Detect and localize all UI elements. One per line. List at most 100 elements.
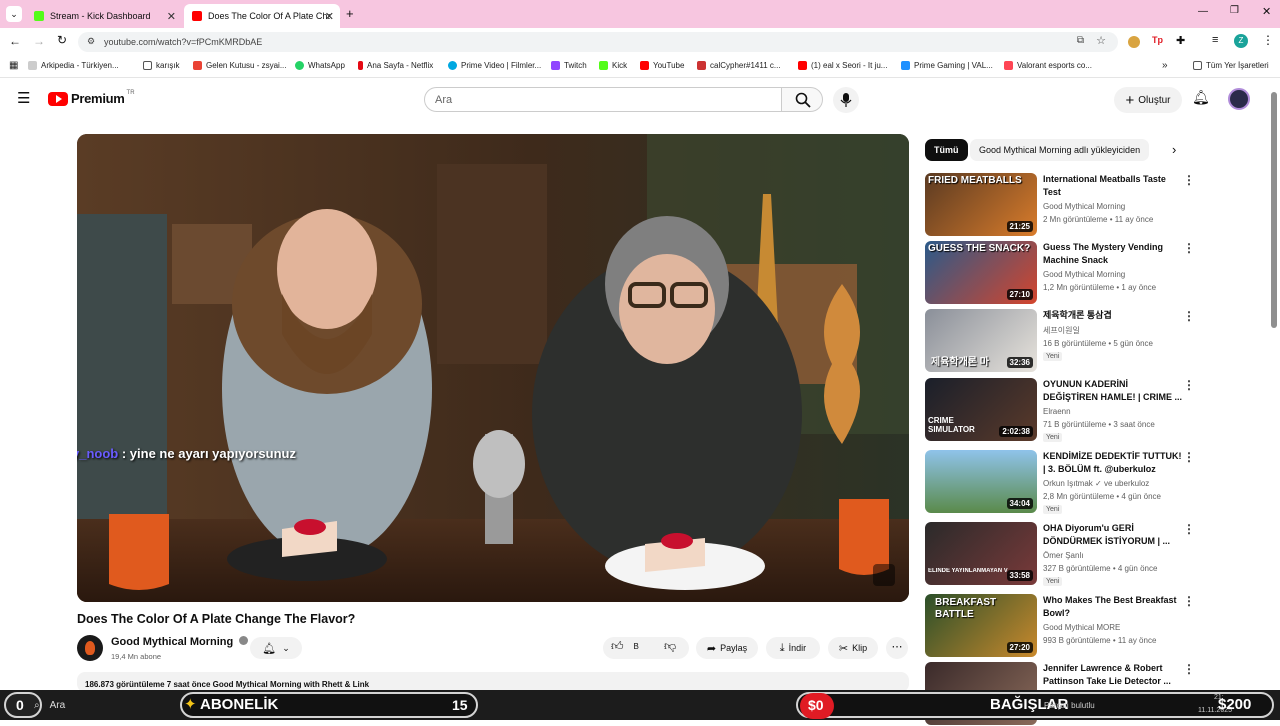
share-button[interactable]: ➦ Paylaş <box>696 637 758 659</box>
more-bookmarks-icon[interactable]: » <box>1162 60 1168 71</box>
prime-video-icon <box>448 61 457 70</box>
video-thumbnail: GUESS THE SNACK? 27:10 <box>925 241 1037 304</box>
install-app-icon[interactable]: ⧉ <box>1077 35 1084 46</box>
recommendation-item[interactable]: 제육학개론 마 32:36 제육학개론 통삼겹 세프이원일 16 B görün… <box>925 309 1270 373</box>
notifications-bell-icon[interactable]: 🔔︎ <box>1192 89 1210 106</box>
youtube-icon <box>192 11 202 21</box>
bookmark-star-icon[interactable]: ☆ <box>1096 34 1106 47</box>
reload-icon[interactable]: ↻ <box>57 33 67 47</box>
hamburger-menu-icon[interactable]: ☰ <box>17 91 30 106</box>
donation-goal-bar: $0 BAĞIŞLAR Parçalı bulutlu 21: 11.11.20… <box>796 692 1274 719</box>
like-button[interactable]: 👍︎ B <box>611 639 639 654</box>
bookmark-item[interactable]: Valorant esports co... <box>1004 61 1092 70</box>
star-icon: ✦ <box>184 696 197 713</box>
search-icon: ⌕ <box>34 699 40 711</box>
new-tab-button[interactable]: + <box>346 6 354 21</box>
more-actions-button[interactable]: ⋯ <box>886 637 908 659</box>
bookmark-item[interactable]: calCypher#1411 c... <box>697 61 781 70</box>
kick-icon <box>599 61 608 70</box>
description-box[interactable]: 186.873 görüntüleme 7 saat önce Good Myt… <box>77 672 909 692</box>
chevron-right-icon[interactable]: › <box>1172 142 1176 157</box>
site-info-icon[interactable]: ⚙ <box>87 36 95 47</box>
download-button[interactable]: ⤓ İndir <box>766 637 820 659</box>
more-options-icon[interactable]: ⋮ <box>1183 309 1195 323</box>
bookmark-folder[interactable]: karışık <box>143 61 180 70</box>
bookmark-item[interactable]: Prime Video | Filmler... <box>448 61 541 70</box>
account-avatar[interactable] <box>1228 88 1250 110</box>
youtube-play-icon <box>48 91 68 106</box>
video-thumbnail: CRIME SIMULATOR 2:02:38 <box>925 378 1037 441</box>
bookmark-item[interactable]: Ana Sayfa - Netflix <box>358 61 433 70</box>
more-options-icon[interactable]: ⋮ <box>1183 378 1195 392</box>
verified-icon <box>239 636 249 645</box>
taskbar-app-icons <box>230 698 420 712</box>
tab-youtube-video[interactable]: Does The Color Of A Plate Char ✕ <box>184 4 340 28</box>
recommendation-item[interactable]: 34:04 KENDİMİZE DEDEKTİF TUTTUK! | 3. BÖ… <box>925 450 1270 514</box>
tab-kick-dashboard[interactable]: Stream - Kick Dashboard ✕ <box>26 4 182 28</box>
recommendation-item[interactable]: BREAKFAST BATTLE 27:20 Who Makes The Bes… <box>925 594 1270 658</box>
more-options-icon[interactable]: ⋮ <box>1183 594 1195 608</box>
thumbs-down-icon: 👎︎ <box>664 639 677 653</box>
voice-search-button[interactable] <box>833 87 859 113</box>
browser-menu-icon[interactable]: ⋮ <box>1262 33 1274 47</box>
extensions-puzzle-icon[interactable]: ✚ <box>1176 34 1185 47</box>
whatsapp-icon <box>295 61 304 70</box>
more-options-icon[interactable]: ⋮ <box>1183 241 1195 255</box>
url-field[interactable]: ⚙ youtube.com/watch?v=fPCmKMRDbAE ⧉ ☆ <box>78 32 1118 52</box>
close-tab-icon[interactable]: ✕ <box>325 10 334 23</box>
youtube-premium-logo[interactable]: Premium TR <box>48 90 135 106</box>
close-window-button[interactable]: ✕ <box>1262 5 1271 18</box>
bookmark-item[interactable]: WhatsApp <box>295 61 345 70</box>
video-title: Does The Color Of A Plate Change The Fla… <box>77 612 356 626</box>
all-bookmarks-button[interactable]: Tüm Yer İşaretleri <box>1193 61 1269 70</box>
bookmark-item[interactable]: YouTube <box>640 61 684 70</box>
bookmark-item[interactable]: Gelen Kutusu - zsyai... <box>193 61 286 70</box>
search-button[interactable] <box>781 87 823 112</box>
page-scrollbar[interactable] <box>1271 92 1277 328</box>
extension-icon[interactable] <box>1128 36 1140 48</box>
video-thumbnail: 34:04 <box>925 450 1037 513</box>
subscription-bell-button[interactable]: 🔔︎ ⌄ <box>250 637 302 659</box>
more-options-icon[interactable]: ⋮ <box>1183 662 1195 676</box>
dislike-button[interactable]: 👎︎ <box>664 639 676 654</box>
search-input[interactable]: Ara <box>424 87 782 112</box>
clip-button[interactable]: ✂ Klip <box>828 637 878 659</box>
subscriber-count: 19,4 Mn abone <box>111 652 162 661</box>
more-options-icon[interactable]: ⋮ <box>1183 450 1195 464</box>
channel-avatar[interactable] <box>77 635 103 661</box>
create-button[interactable]: + Oluştur <box>1114 87 1182 113</box>
address-bar: ← → ↻ ⚙ youtube.com/watch?v=fPCmKMRDbAE … <box>0 28 1280 56</box>
flame-logo-icon <box>85 641 95 655</box>
close-tab-icon[interactable]: ✕ <box>167 10 176 23</box>
back-icon[interactable]: ← <box>9 34 21 48</box>
download-icon: ⤓ <box>779 641 785 654</box>
forward-icon[interactable]: → <box>33 34 45 48</box>
bookmark-item[interactable]: Twitch <box>551 61 587 70</box>
bookmark-item[interactable]: Kick <box>599 61 627 70</box>
video-thumbnail: ELİNDE YAYINLANMAYAN VİDEO 33:58 <box>925 522 1037 585</box>
taskbar: 0 ⌕ Ara ✦ ABONELİK 15 $0 BAĞIŞLAR Parçalı… <box>0 690 1280 720</box>
more-options-icon[interactable]: ⋮ <box>1183 173 1195 187</box>
minimize-button[interactable]: — <box>1198 6 1208 17</box>
tab-list-icon[interactable]: ⌄ <box>6 6 22 22</box>
more-options-icon[interactable]: ⋮ <box>1183 522 1195 536</box>
bookmark-item[interactable]: (1) eal x Seori - It ju... <box>798 61 887 70</box>
restore-button[interactable]: ❐ <box>1230 5 1239 16</box>
bookmark-item[interactable]: Prime Gaming | VAL... <box>901 61 993 70</box>
recommendation-item[interactable]: FRIED MEATBALLS 21:25 International Meat… <box>925 173 1270 237</box>
profile-avatar[interactable]: Z <box>1234 34 1248 48</box>
youtube-header: ☰ Premium TR Ara + Oluştur 🔔︎ <box>0 79 1280 121</box>
filter-chip-uploader[interactable]: Good Mythical Morning adlı yükleyiciden <box>970 139 1150 161</box>
bookmark-site-icon <box>697 61 706 70</box>
channel-name[interactable]: Good Mythical Morning <box>111 636 249 648</box>
video-player[interactable]: noobly_noob : yine ne ayarı yapıyorsunuz <box>77 134 909 602</box>
filter-chip-all[interactable]: Tümü <box>925 139 968 161</box>
recommendation-item[interactable]: CRIME SIMULATOR 2:02:38 OYUNUN KADERİNİ … <box>925 378 1270 442</box>
bookmarks-bar: ▦ Arkipedia - Türkiyen... karışık Gelen … <box>0 56 1280 78</box>
bookmark-item[interactable]: Arkipedia - Türkiyen... <box>28 61 119 70</box>
recommendation-item[interactable]: GUESS THE SNACK? 27:10 Guess The Mystery… <box>925 241 1270 305</box>
recommendation-item[interactable]: ELİNDE YAYINLANMAYAN VİDEO 33:58 OHA Diy… <box>925 522 1270 586</box>
extension-icon[interactable]: Tp <box>1152 35 1163 45</box>
media-controls-icon[interactable]: ≡ <box>1212 34 1218 46</box>
apps-grid-icon[interactable]: ▦ <box>9 60 18 71</box>
